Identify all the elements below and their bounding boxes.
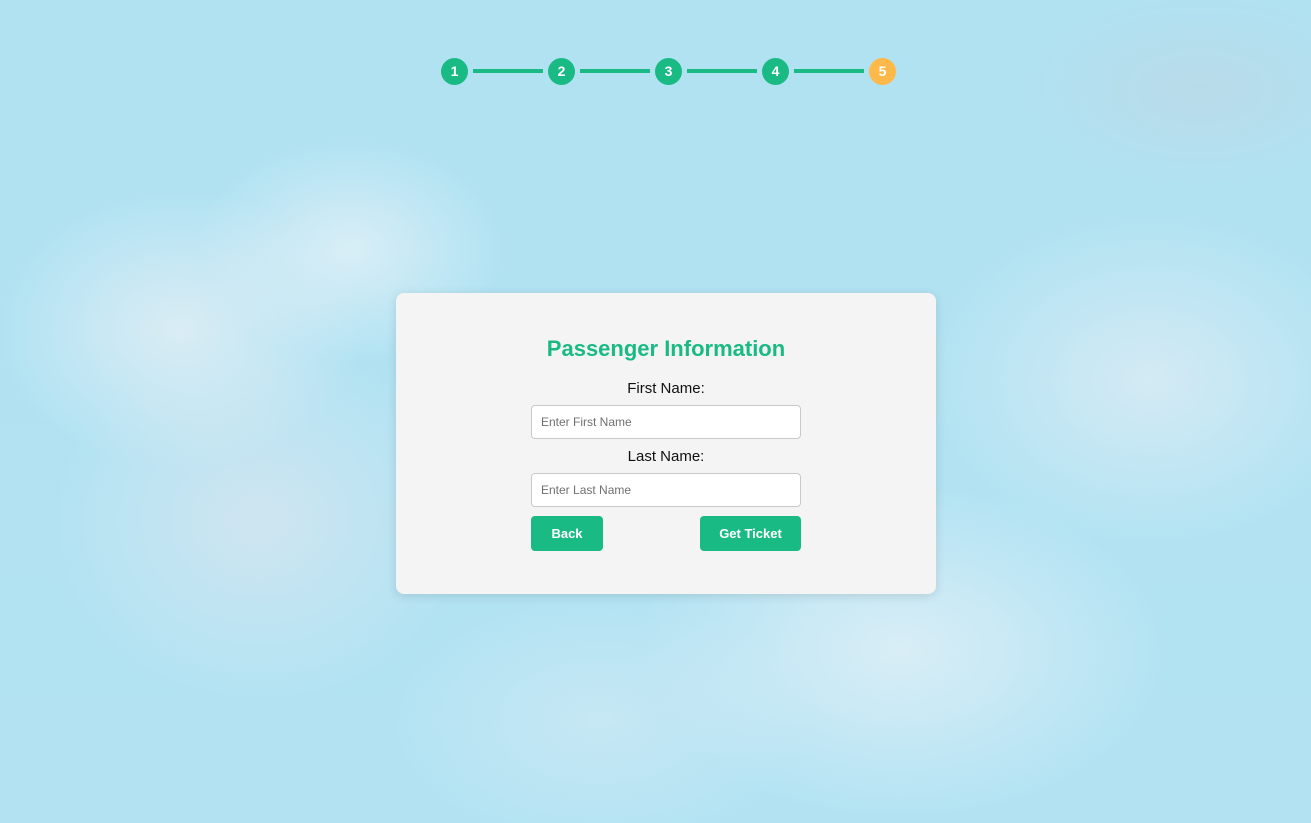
step-1: 1: [441, 57, 468, 85]
step-connector: [473, 69, 543, 73]
last-name-label: Last Name:: [627, 448, 705, 465]
get-ticket-button[interactable]: Get Ticket: [700, 516, 801, 551]
progress-stepper: 1 2 3 4 5: [441, 57, 896, 85]
first-name-input[interactable]: [531, 405, 801, 439]
step-connector: [687, 69, 757, 73]
step-connector: [580, 69, 650, 73]
step-3: 3: [655, 57, 682, 85]
step-2: 2: [548, 57, 575, 85]
step-5-current: 5: [869, 57, 896, 85]
form-title: Passenger Information: [546, 336, 786, 361]
back-button[interactable]: Back: [531, 516, 603, 551]
first-name-label: First Name:: [627, 380, 705, 397]
last-name-input[interactable]: [531, 473, 801, 507]
step-4: 4: [762, 57, 789, 85]
step-connector: [794, 69, 864, 73]
passenger-form-card: Passenger Information First Name: Last N…: [396, 293, 936, 594]
